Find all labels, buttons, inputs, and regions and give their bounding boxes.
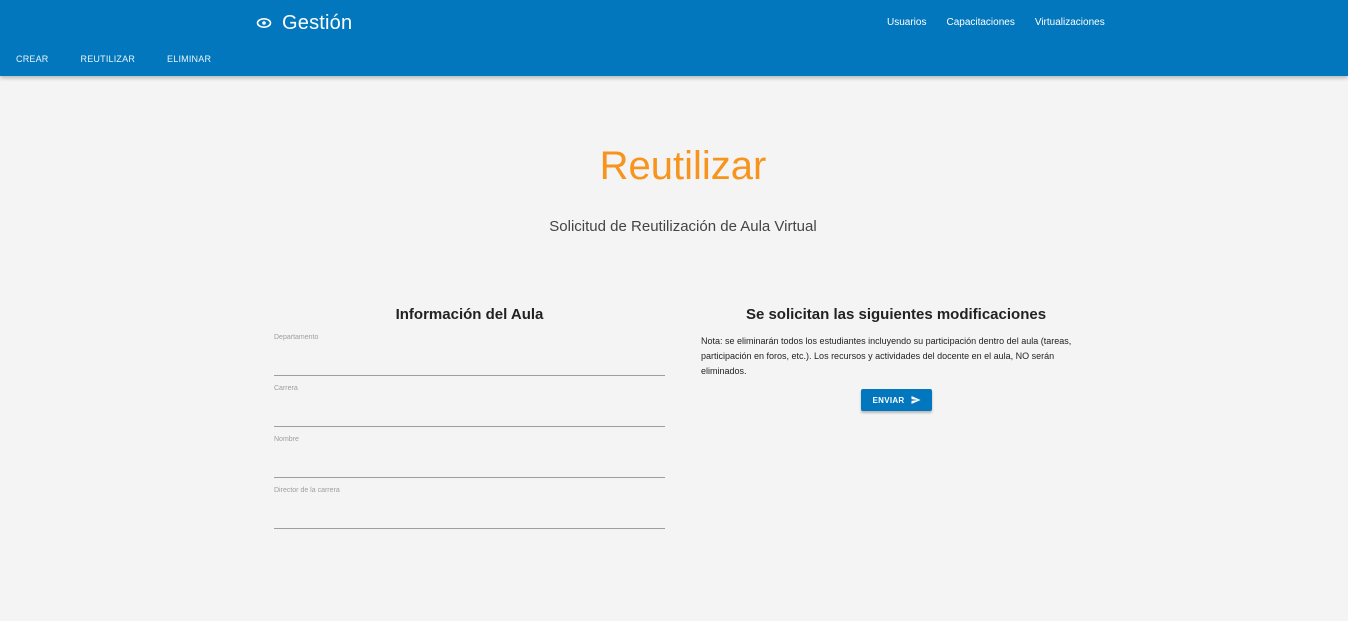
director-input[interactable]	[274, 503, 665, 529]
department-label: Departamento	[274, 334, 319, 341]
career-label: Carrera	[274, 385, 298, 392]
name-input[interactable]	[274, 452, 665, 478]
department-field: Departamento	[274, 334, 665, 376]
send-button-label: ENVIAR	[872, 395, 905, 405]
tab-reutilizar[interactable]: REUTILIZAR	[65, 52, 152, 66]
brand-link[interactable]: Gestión	[256, 10, 352, 36]
top-navbar: Gestión Usuarios Capacitaciones Virtuali…	[0, 0, 1348, 76]
modifications-note: Nota: se eliminarán todos los estudiante…	[701, 336, 1072, 376]
name-label: Nombre	[274, 436, 299, 443]
nav-link-usuarios[interactable]: Usuarios	[877, 14, 936, 31]
director-label: Director de la carrera	[274, 487, 340, 494]
send-icon	[911, 395, 921, 405]
page-subtitle: Solicitud de Reutilización de Aula Virtu…	[549, 218, 817, 235]
brand-label: Gestión	[282, 11, 353, 34]
action-tabs: CREAR REUTILIZAR ELIMINAR	[0, 52, 227, 66]
director-field: Director de la carrera	[274, 487, 665, 529]
tab-crear[interactable]: CREAR	[0, 52, 65, 66]
eye-icon	[256, 15, 272, 31]
modifications-title: Se solicitan las siguientes modificacion…	[745, 306, 1047, 323]
page-title: Reutilizar	[599, 144, 767, 188]
nav-link-virtualizaciones[interactable]: Virtualizaciones	[1025, 14, 1115, 31]
tab-eliminar[interactable]: ELIMINAR	[151, 52, 227, 66]
nav-link-capacitaciones[interactable]: Capacitaciones	[936, 14, 1024, 31]
send-button[interactable]: ENVIAR	[861, 389, 932, 411]
career-input[interactable]	[274, 401, 665, 427]
career-field: Carrera	[274, 385, 665, 427]
department-input[interactable]	[274, 350, 665, 376]
top-nav-links: Usuarios Capacitaciones Virtualizaciones	[877, 14, 1115, 31]
name-field: Nombre	[274, 436, 665, 478]
classroom-info-title: Información del Aula	[395, 306, 544, 323]
